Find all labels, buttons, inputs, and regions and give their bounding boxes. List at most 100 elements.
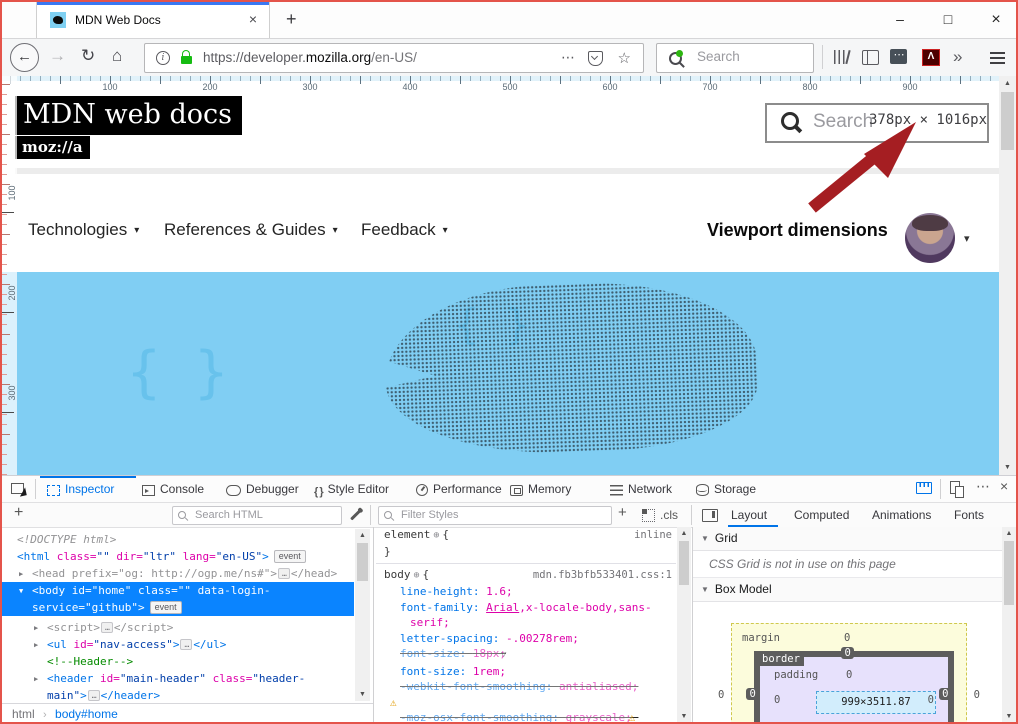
add-node-button[interactable]: + [14, 504, 23, 522]
new-tab-button[interactable]: + [286, 9, 297, 30]
rules-scrollbar[interactable]: ▲ ▼ [677, 527, 691, 723]
site-info-icon[interactable]: i [156, 51, 170, 65]
acrobat-extension-icon[interactable]: Λ [922, 49, 940, 66]
class-panel-button[interactable]: .cls [660, 508, 678, 522]
forward-button[interactable]: → [49, 46, 66, 66]
scroll-up-icon[interactable]: ▲ [355, 532, 370, 539]
eyedropper-icon[interactable] [350, 510, 360, 520]
devtools-menu-icon[interactable]: ⋯ [976, 478, 990, 495]
toggle-rulers-button[interactable] [916, 482, 932, 496]
scrollbar-thumb[interactable] [1004, 541, 1014, 605]
ellipsis-badge[interactable]: … [88, 690, 100, 701]
margin-top-value[interactable]: 0 [844, 632, 850, 644]
sidebar-tab-computed[interactable]: Computed [794, 508, 849, 522]
nav-technologies[interactable]: Technologies▾ [28, 220, 139, 240]
padding-left-value[interactable]: 0 [774, 694, 780, 706]
padding-bottom-value[interactable]: 0 [846, 721, 852, 723]
scrollbar-thumb[interactable] [679, 541, 689, 585]
pocket-icon[interactable] [588, 51, 603, 66]
padding-right-value[interactable]: 0 [928, 694, 934, 706]
library-icon[interactable] [834, 50, 847, 64]
mozilla-wordmark[interactable]: moz://a [15, 136, 90, 159]
scrollbar-thumb[interactable] [357, 543, 368, 581]
pane-divider[interactable] [373, 527, 374, 723]
scroll-up-icon[interactable]: ▲ [1002, 530, 1016, 537]
ellipsis-badge[interactable]: … [180, 639, 192, 650]
tab-debugger[interactable]: Debugger [226, 482, 299, 498]
tab-inspector[interactable]: Inspector [47, 482, 114, 498]
body-node-selected[interactable]: ▼<body id="home" class="" data-login- [2, 582, 354, 599]
tab-close-icon[interactable]: × [249, 11, 257, 27]
sidebar-tab-fonts[interactable]: Fonts [954, 508, 984, 522]
browser-search-input[interactable] [695, 48, 799, 65]
margin-right-value[interactable]: 0 [974, 689, 980, 701]
body-rule-selector[interactable]: body⊕{mdn.fb3bfb533401.css:1 [376, 567, 676, 584]
ellipsis-badge[interactable]: … [101, 622, 113, 633]
padding-top-value[interactable]: 0 [846, 669, 852, 681]
page-scrollbar[interactable]: ▲ ▼ [999, 76, 1016, 475]
layout-scrollbar[interactable]: ▲ ▼ [1002, 527, 1016, 723]
box-model-section-header[interactable]: ▼Box Model [693, 578, 1002, 602]
url-text[interactable]: https://developer.mozilla.org/en-US/ [203, 50, 417, 65]
rule-origin-link[interactable]: mdn.fb3bfb533401.css:1 [533, 567, 672, 583]
css-declaration-invalid[interactable]: -moz-osx-font-smoothing: grayscale; ⚠ [376, 710, 676, 723]
reload-button[interactable]: ↻ [81, 46, 95, 66]
overflow-chevron-icon[interactable]: » [953, 47, 962, 67]
font-link[interactable]: Arial [486, 601, 519, 614]
margin-left-value[interactable]: 0 [718, 689, 724, 701]
content-box[interactable]: 999×3511.87 [816, 691, 936, 714]
filter-styles-input[interactable] [399, 508, 611, 522]
html-tree-scrollbar[interactable]: ▲ ▼ [355, 529, 370, 701]
head-node[interactable]: ▶<head prefix="og: http://ogp.me/ns#">…<… [2, 565, 354, 582]
css-declaration[interactable]: font-family: Arial,x-locale-body,sans-se… [376, 600, 676, 631]
css-declaration-invalid[interactable]: -webkit-font-smoothing: antialiased; [376, 679, 676, 695]
nav-feedback[interactable]: Feedback▾ [361, 220, 448, 240]
tab-console[interactable]: Console [142, 482, 204, 498]
tab-memory[interactable]: Memory [510, 482, 571, 498]
url-bar[interactable]: i https://developer.mozilla.org/en-US/ ⋯… [144, 43, 644, 73]
scroll-down-icon[interactable]: ▼ [1002, 713, 1016, 720]
script-node[interactable]: ▶<script>…</script> [2, 619, 354, 636]
window-close-button[interactable]: × [986, 11, 1006, 29]
window-maximize-button[interactable]: □ [938, 11, 958, 27]
home-button[interactable]: ⌂ [112, 46, 122, 66]
html-node[interactable]: <html class="" dir="ltr" lang="en-US">ev… [2, 548, 354, 565]
scroll-down-icon[interactable]: ▼ [355, 691, 370, 698]
secure-lock-icon[interactable] [181, 56, 192, 64]
css-declaration[interactable]: font-size: 1rem; [376, 664, 676, 680]
search-engine-icon[interactable] [669, 52, 682, 65]
responsive-mode-button[interactable] [950, 481, 960, 496]
border-right-value[interactable]: 0 [939, 688, 952, 700]
nav-references-guides[interactable]: References & Guides▾ [164, 220, 338, 240]
search-html-input[interactable] [193, 508, 341, 522]
expand-icon[interactable]: ▶ [19, 566, 32, 583]
user-avatar[interactable] [905, 213, 955, 263]
css-declaration[interactable]: letter-spacing: -.00278rem; [376, 631, 676, 647]
back-button[interactable]: ← [10, 43, 39, 72]
scroll-down-icon[interactable]: ▼ [677, 713, 691, 720]
event-badge[interactable]: event [274, 550, 306, 563]
css-declaration[interactable]: line-height: 1.6; [376, 584, 676, 600]
breadcrumb-body-home[interactable]: body#home [55, 707, 118, 721]
account-chevron-icon[interactable]: ▾ [964, 232, 970, 245]
tab-style-editor[interactable]: { }Style Editor [314, 482, 389, 498]
add-rule-button[interactable]: + [618, 504, 627, 521]
tab-network[interactable]: Network [610, 482, 672, 498]
collapse-icon[interactable]: ▼ [19, 583, 32, 600]
border-left-value[interactable]: 0 [746, 688, 759, 700]
expand-icon[interactable]: ▶ [34, 637, 47, 654]
grid-section-header[interactable]: ▼Grid [693, 527, 1002, 551]
scrollbar-thumb[interactable] [1001, 92, 1014, 150]
css-declaration-overridden[interactable]: font-size: 18px;▽ [376, 646, 676, 664]
scroll-up-icon[interactable]: ▲ [999, 80, 1016, 87]
window-minimize-button[interactable]: – [890, 11, 910, 27]
menu-hamburger-icon[interactable] [990, 52, 1005, 64]
pick-element-button[interactable] [11, 482, 24, 496]
sidebar-tab-layout[interactable]: Layout [731, 508, 767, 522]
highlighter-icon[interactable]: ⊕ [433, 530, 439, 541]
breadcrumb-html[interactable]: html [12, 707, 35, 721]
highlighter-icon[interactable]: ⊕ [414, 570, 420, 581]
border-top-value[interactable]: 0 [841, 647, 854, 659]
scroll-up-icon[interactable]: ▲ [677, 530, 691, 537]
expand-icon[interactable]: ▶ [34, 620, 47, 637]
